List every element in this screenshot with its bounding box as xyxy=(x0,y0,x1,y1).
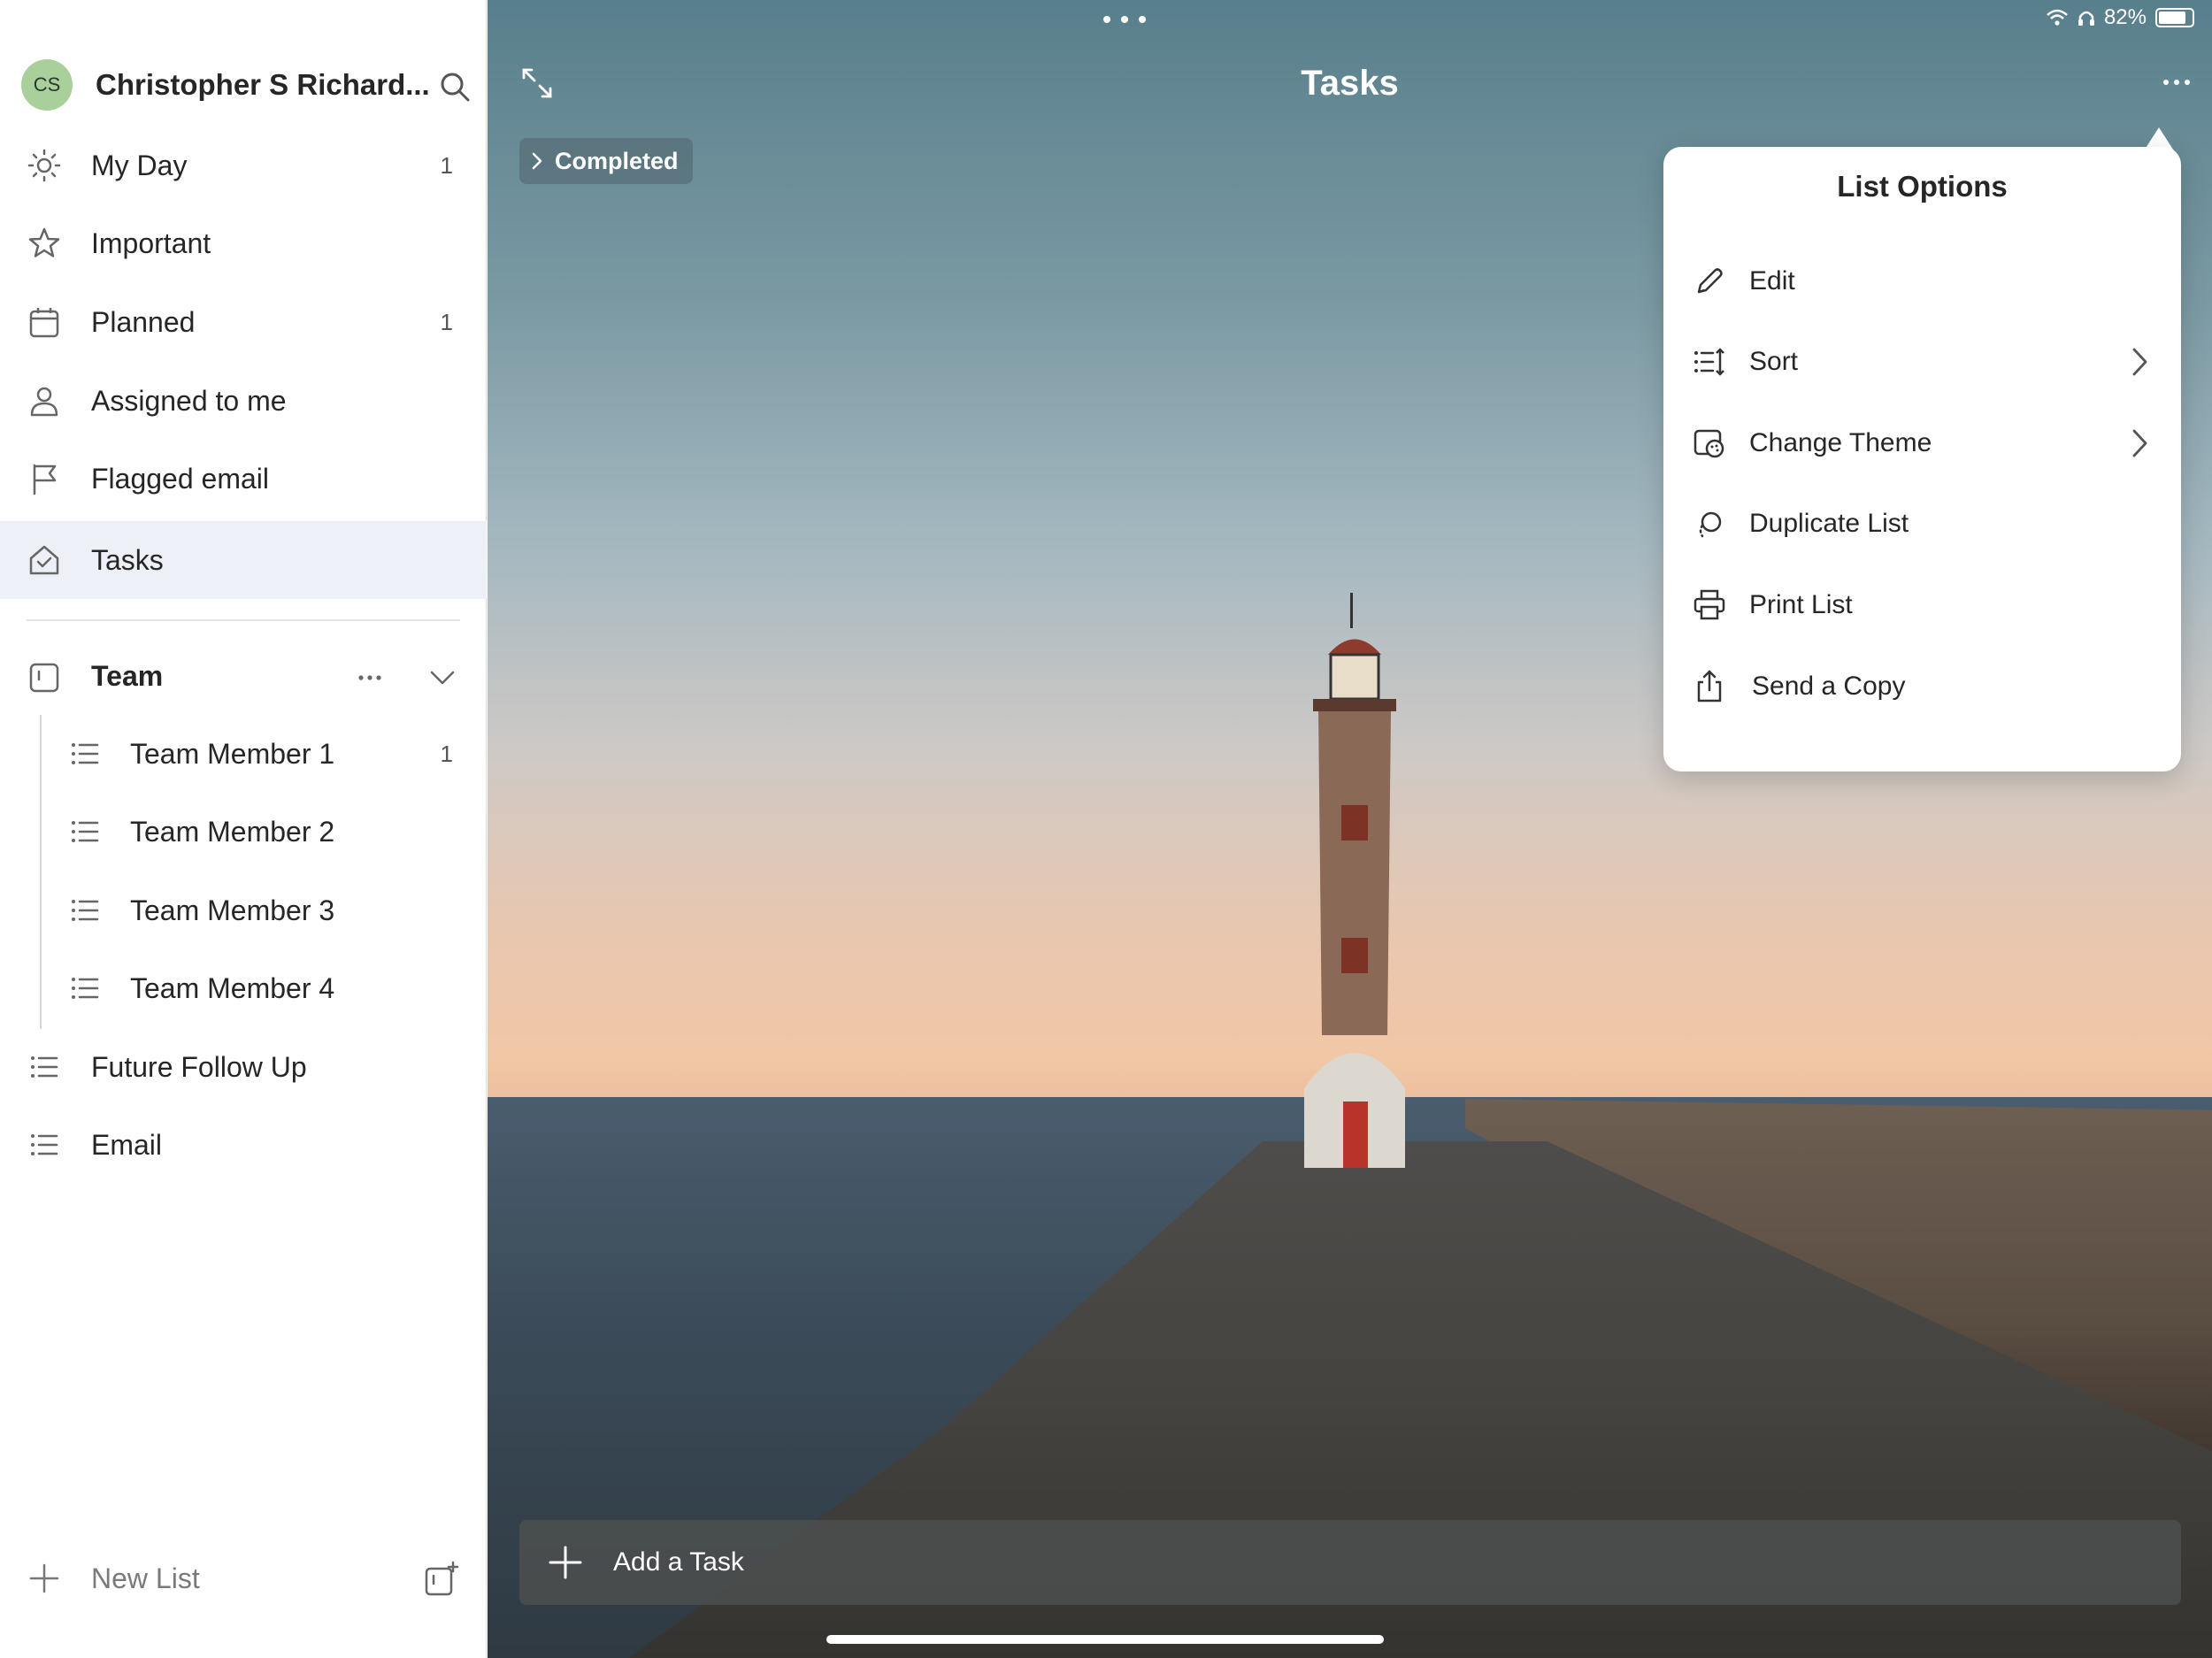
nav-label: Important xyxy=(91,226,211,259)
status-bar: 82% xyxy=(2046,5,2194,30)
option-label: Print List xyxy=(1749,590,1853,619)
nav-label: Planned xyxy=(91,305,196,338)
sort-icon xyxy=(1694,348,1724,376)
avatar[interactable]: CS xyxy=(21,59,73,111)
option-label: Edit xyxy=(1749,266,1795,296)
profile-name[interactable]: Christopher S Richard... xyxy=(96,68,432,102)
profile-header[interactable]: CS Christopher S Richard... xyxy=(21,58,472,111)
option-label: Send a Copy xyxy=(1752,672,1906,701)
theme-icon xyxy=(1694,429,1724,458)
nav-item-my-day[interactable]: My Day 1 xyxy=(0,127,487,204)
search-icon[interactable] xyxy=(437,69,472,104)
add-task-input[interactable]: Add a Task xyxy=(519,1520,2181,1605)
list-item-team-member-1[interactable]: Team Member 1 1 xyxy=(0,715,487,793)
calendar-icon xyxy=(29,308,59,338)
nav-item-tasks[interactable]: Tasks xyxy=(0,521,487,599)
add-task-label: Add a Task xyxy=(613,1547,744,1577)
list-label: Team Member 4 xyxy=(130,971,335,1004)
duplicate-icon xyxy=(1699,511,1722,538)
chevron-down-icon[interactable] xyxy=(425,660,460,695)
more-icon[interactable] xyxy=(352,660,388,695)
sidebar-divider xyxy=(27,619,460,621)
home-indicator[interactable] xyxy=(826,1635,1384,1644)
list-label: Team Member 2 xyxy=(130,815,335,848)
option-change-theme[interactable]: Change Theme xyxy=(1663,408,2181,479)
option-send-a-copy[interactable]: Send a Copy xyxy=(1663,651,2181,722)
list-item-email[interactable]: Email xyxy=(0,1106,487,1184)
print-icon xyxy=(1694,589,1725,620)
plus-icon xyxy=(549,1546,582,1579)
option-label: Change Theme xyxy=(1749,428,1932,457)
list-count: 1 xyxy=(440,740,453,767)
share-icon xyxy=(1697,670,1722,702)
nav-label: Tasks xyxy=(91,543,164,576)
pencil-icon xyxy=(1697,268,1723,294)
list-label: Email xyxy=(91,1128,163,1161)
nav-count: 1 xyxy=(440,308,453,335)
list-icon xyxy=(72,821,99,842)
nav-item-planned[interactable]: Planned 1 xyxy=(0,283,487,361)
more-options-icon[interactable] xyxy=(2159,69,2194,96)
list-label: Team Member 3 xyxy=(130,894,335,926)
battery-icon xyxy=(2155,8,2194,27)
list-item-team-member-2[interactable]: Team Member 2 xyxy=(0,793,487,871)
nav-item-important[interactable]: Important xyxy=(0,204,487,282)
sidebar: CS Christopher S Richard... My Day 1 Imp… xyxy=(0,0,487,1658)
new-group-icon[interactable] xyxy=(423,1561,460,1598)
list-label: Future Follow Up xyxy=(91,1050,307,1083)
nav-count: 1 xyxy=(440,151,453,179)
sun-icon xyxy=(27,149,61,182)
option-sort[interactable]: Sort xyxy=(1663,326,2181,397)
battery-level-fill xyxy=(2159,12,2185,24)
group-icon xyxy=(29,663,59,693)
person-icon xyxy=(30,387,58,417)
option-print-list[interactable]: Print List xyxy=(1663,570,2181,641)
new-list-label: New List xyxy=(91,1562,200,1594)
list-item-team-member-4[interactable]: Team Member 4 xyxy=(0,949,487,1027)
group-team[interactable]: Team xyxy=(0,639,487,717)
multitask-handle-icon[interactable] xyxy=(1089,12,1160,27)
chevron-right-icon xyxy=(2132,348,2147,376)
wifi-icon xyxy=(2047,9,2068,26)
list-icon xyxy=(72,900,99,921)
new-list-button[interactable]: New List xyxy=(0,1539,487,1617)
flag-icon xyxy=(33,464,57,495)
nav-label: My Day xyxy=(91,149,188,181)
list-options-popover: List Options Edit Sort Change Theme Dupl… xyxy=(1663,147,2181,771)
page-title: Tasks xyxy=(1301,64,1399,103)
battery-percentage: 82% xyxy=(2103,5,2147,29)
chevron-right-icon xyxy=(532,152,542,170)
group-label: Team xyxy=(91,660,164,692)
list-icon xyxy=(72,978,99,999)
nav-item-assigned-to-me[interactable]: Assigned to me xyxy=(0,362,487,440)
home-icon xyxy=(29,545,59,575)
list-icon xyxy=(72,743,99,764)
option-edit[interactable]: Edit xyxy=(1663,246,2181,317)
list-icon xyxy=(31,1056,58,1078)
list-icon xyxy=(31,1134,58,1155)
lighthouse-image xyxy=(1304,593,1405,1168)
chevron-right-icon xyxy=(2132,429,2147,457)
option-label: Sort xyxy=(1749,347,1799,376)
headphones-icon xyxy=(2078,11,2094,26)
plus-icon xyxy=(29,1563,59,1593)
star-icon xyxy=(28,227,60,257)
completed-toggle[interactable]: Completed xyxy=(519,138,693,184)
nav-item-flagged-email[interactable]: Flagged email xyxy=(0,440,487,518)
popover-title: List Options xyxy=(1837,170,2008,203)
completed-label: Completed xyxy=(555,147,679,174)
nav-label: Flagged email xyxy=(91,462,269,495)
option-duplicate-list[interactable]: Duplicate List xyxy=(1663,488,2181,559)
list-item-future-follow-up[interactable]: Future Follow Up xyxy=(0,1028,487,1106)
nav-label: Assigned to me xyxy=(91,384,287,417)
list-label: Team Member 1 xyxy=(130,737,335,770)
list-item-team-member-3[interactable]: Team Member 3 xyxy=(0,871,487,949)
option-label: Duplicate List xyxy=(1749,509,1909,538)
